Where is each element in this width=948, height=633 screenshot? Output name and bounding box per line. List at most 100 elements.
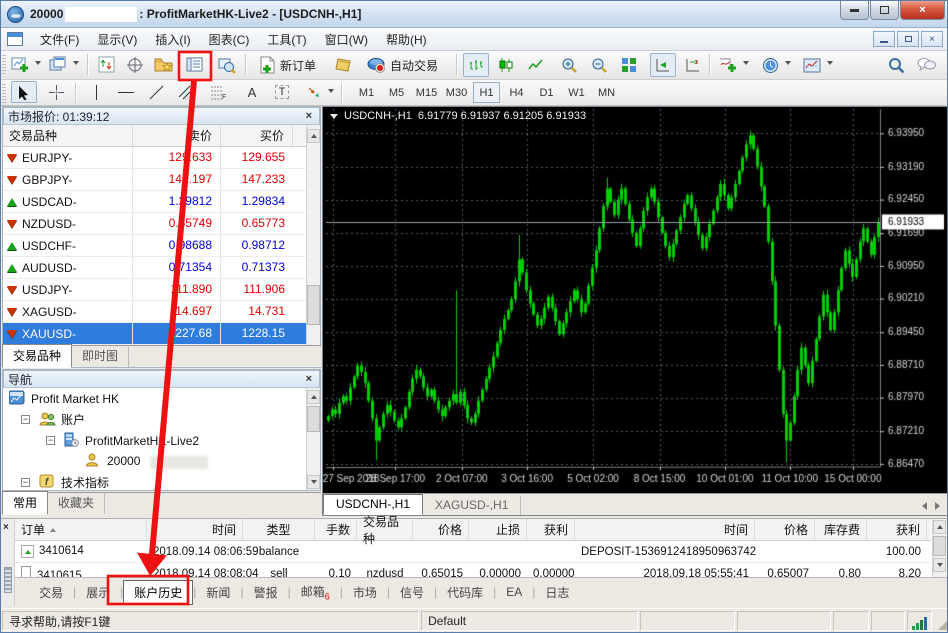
templates-dropdown[interactable]: [827, 61, 833, 65]
zoom-out-button[interactable]: [586, 53, 612, 77]
timeframe-h4[interactable]: H4: [503, 82, 530, 103]
terminal-column-time[interactable]: 时间: [147, 519, 243, 540]
terminal-column-tp[interactable]: 获利: [527, 519, 575, 540]
arrows-dropdown[interactable]: [328, 89, 334, 93]
candlestick-mode-button[interactable]: [493, 53, 519, 77]
tree-expand-toggle[interactable]: −: [21, 415, 30, 424]
terminal-tab-5[interactable]: 邮箱6: [291, 580, 340, 604]
strategy-tester-button[interactable]: [214, 53, 240, 77]
line-chart-mode-button[interactable]: [523, 53, 549, 77]
market-watch-row[interactable]: NZDUSD-0.657490.65773: [3, 213, 320, 235]
market-watch-tab-1[interactable]: 即时图: [72, 345, 129, 367]
terminal-column-type[interactable]: 类型: [243, 519, 315, 540]
terminal-tab-9[interactable]: EA: [496, 582, 532, 602]
navigator-tree-item[interactable]: 20000: [3, 451, 320, 472]
bar-chart-mode-button[interactable]: [463, 53, 489, 77]
chart-tabs-right-icon[interactable]: [935, 502, 940, 510]
terminal-row[interactable]: 34106152018.09.14 08:08:04sell0.10nzdusd…: [15, 563, 931, 577]
market-watch-row[interactable]: USDCAD-1.298121.29834: [3, 191, 320, 213]
chart-tab-1[interactable]: XAGUSD-,H1: [423, 496, 521, 515]
menu-item-6[interactable]: 帮助(H): [377, 28, 436, 51]
market-watch-row[interactable]: XAGUSD-14.69714.731: [3, 301, 320, 323]
tile-windows-button[interactable]: [616, 53, 642, 77]
terminal-tab-0[interactable]: 交易: [29, 581, 73, 604]
terminal-column-price2[interactable]: 价格: [755, 519, 815, 540]
navigator-title-bar[interactable]: 导航 ×: [3, 370, 320, 388]
navigator-tab-1[interactable]: 收藏夹: [48, 492, 105, 514]
terminal-column-time2[interactable]: 时间: [575, 519, 755, 540]
crosshair-button[interactable]: [122, 53, 148, 77]
navigator-tree-item[interactable]: Profit Market HK: [3, 388, 320, 409]
timeframe-m30[interactable]: M30: [443, 82, 470, 103]
restore-button[interactable]: [870, 1, 899, 20]
timeframe-d1[interactable]: D1: [533, 82, 560, 103]
terminal-tab-1[interactable]: 展示: [76, 581, 120, 604]
market-watch-close-icon[interactable]: ×: [303, 110, 315, 122]
chart-tabs-left-icon[interactable]: [922, 502, 927, 510]
timeframe-m1[interactable]: M1: [353, 82, 380, 103]
chart-document-icon[interactable]: [7, 32, 23, 46]
terminal-column-profit[interactable]: 获利: [867, 519, 927, 540]
market-watch-row[interactable]: USDCHF-0.986880.98712: [3, 235, 320, 257]
mdi-restore-button[interactable]: [897, 31, 919, 47]
terminal-column-price[interactable]: 价格: [413, 519, 469, 540]
timeframe-m5[interactable]: M5: [383, 82, 410, 103]
profiles-dropdown[interactable]: [73, 61, 79, 65]
new-chart-dropdown[interactable]: [35, 61, 41, 65]
mdi-close-button[interactable]: ×: [921, 31, 943, 47]
vertical-line-tool-button[interactable]: [83, 81, 109, 103]
menu-item-4[interactable]: 工具(T): [258, 28, 315, 51]
terminal-grip-handle[interactable]: [4, 567, 12, 593]
indicators-button[interactable]: [715, 53, 741, 77]
navigator-close-icon[interactable]: ×: [303, 373, 315, 385]
metaeditor-button[interactable]: [331, 53, 357, 77]
horizontal-line-tool-button[interactable]: [113, 81, 139, 103]
column-symbol[interactable]: 交易品种: [3, 125, 133, 146]
search-button[interactable]: [883, 53, 909, 77]
tree-expand-toggle[interactable]: −: [21, 478, 30, 487]
text-tool-button[interactable]: A: [239, 81, 265, 103]
terminal-column-sl[interactable]: 止损: [469, 519, 527, 540]
zoom-in-button[interactable]: [556, 53, 582, 77]
profiles-button[interactable]: [45, 53, 71, 77]
navigator-scrollbar[interactable]: [306, 388, 320, 490]
timeframe-h1[interactable]: H1: [473, 82, 500, 103]
new-order-button[interactable]: 新订单: [253, 53, 322, 77]
navigator-tab-0[interactable]: 常用: [2, 491, 48, 515]
terminal-tab-8[interactable]: 代码库: [437, 581, 493, 604]
indicators-dropdown[interactable]: [743, 61, 749, 65]
minimize-button[interactable]: [840, 1, 869, 20]
market-watch-row[interactable]: EURJPY-129.633129.655: [3, 147, 320, 169]
terminal-scrollbar[interactable]: [932, 519, 947, 577]
terminal-tab-4[interactable]: 警报: [244, 581, 288, 604]
market-watch-scrollbar[interactable]: [306, 125, 320, 367]
periods-dropdown[interactable]: [785, 61, 791, 65]
market-watch-row[interactable]: GBPJPY-147.197147.233: [3, 169, 320, 191]
menu-item-1[interactable]: 显示(V): [88, 28, 146, 51]
tree-expand-toggle[interactable]: −: [46, 436, 55, 445]
close-button[interactable]: ×: [900, 1, 945, 20]
market-watch-row[interactable]: XAUUSD-1227.681228.15: [3, 323, 320, 345]
new-chart-button[interactable]: [7, 53, 33, 77]
periods-button[interactable]: [757, 53, 783, 77]
terminal-tab-10[interactable]: 日志: [535, 581, 579, 604]
column-bid[interactable]: 卖价: [133, 125, 221, 146]
terminal-column-swap[interactable]: 库存费: [815, 519, 867, 540]
terminal-column-lots[interactable]: 手数: [315, 519, 357, 540]
market-watch-row[interactable]: USDJPY-111.890111.906: [3, 279, 320, 301]
candlestick-chart[interactable]: [323, 107, 948, 493]
templates-button[interactable]: [799, 53, 825, 77]
crosshair-tool-button[interactable]: [43, 81, 69, 103]
navigator-tree-item[interactable]: −ProfitMarketHK-Live2: [3, 430, 320, 451]
menu-item-5[interactable]: 窗口(W): [316, 28, 377, 51]
text-label-tool-button[interactable]: T: [269, 81, 295, 103]
chat-button[interactable]: [913, 53, 939, 77]
navigator-tree-item[interactable]: −f技术指标: [3, 472, 320, 493]
menu-item-3[interactable]: 图表(C): [200, 28, 259, 51]
timeframe-w1[interactable]: W1: [563, 82, 590, 103]
market-watch-row[interactable]: AUDUSD-0.713540.71373: [3, 257, 320, 279]
column-ask[interactable]: 买价: [221, 125, 293, 146]
fibonacci-tool-button[interactable]: F: [205, 81, 231, 103]
market-watch-button[interactable]: [94, 53, 120, 77]
trendline-tool-button[interactable]: [143, 81, 169, 103]
